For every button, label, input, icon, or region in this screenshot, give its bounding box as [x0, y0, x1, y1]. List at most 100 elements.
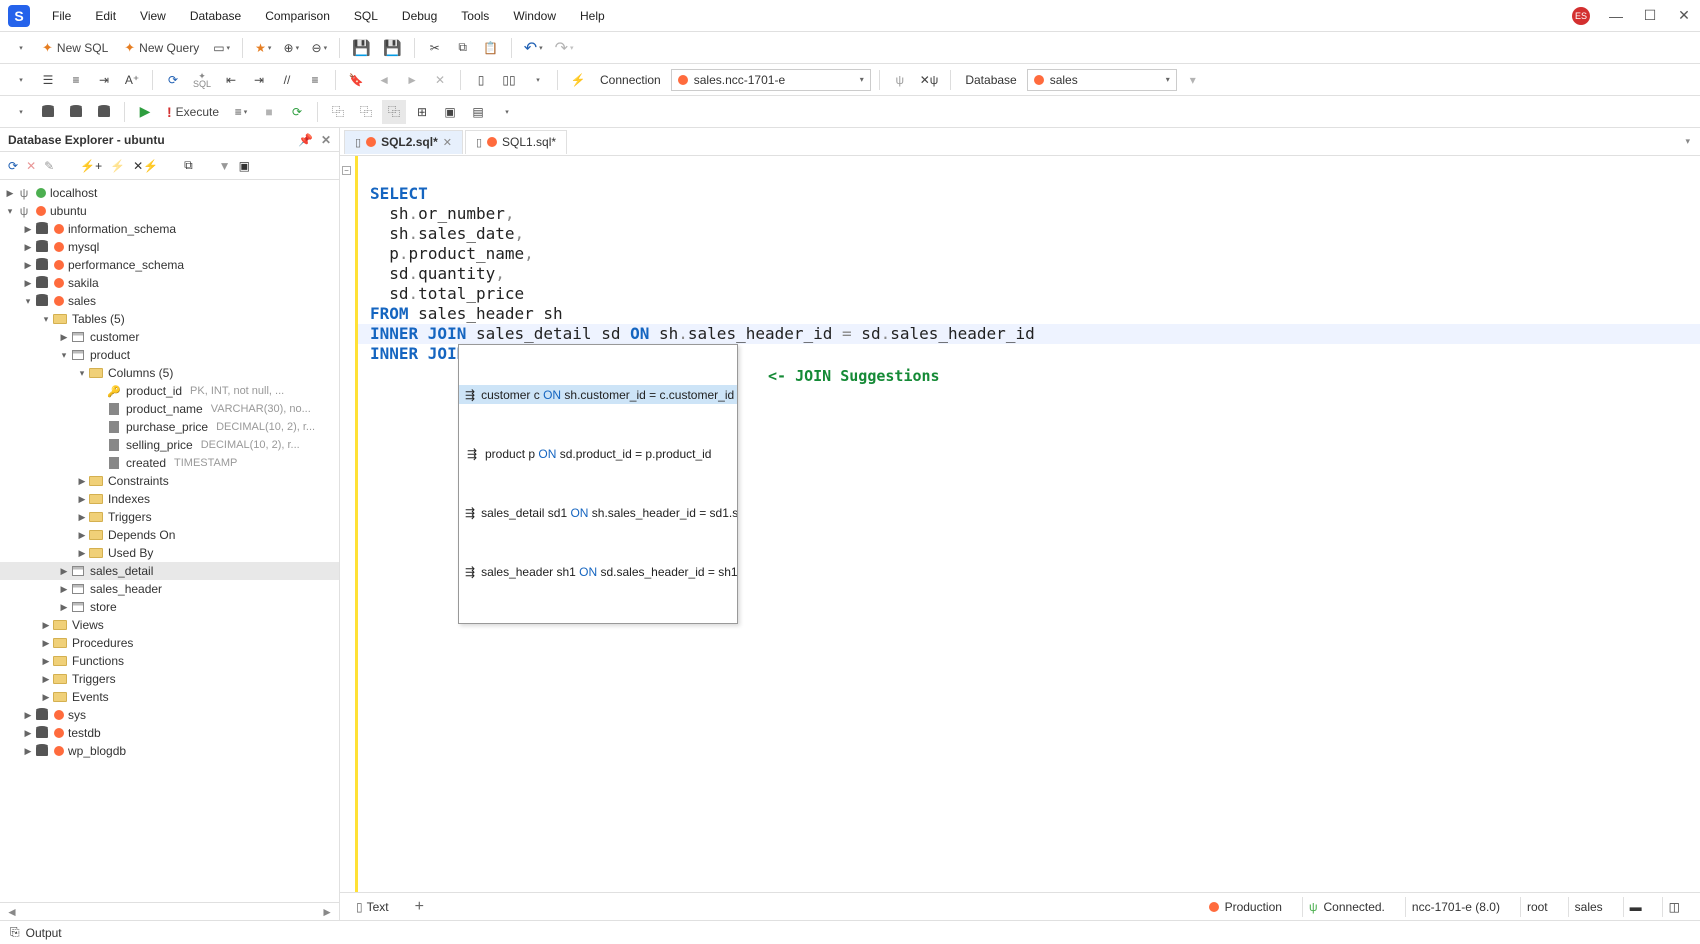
new-sql-button[interactable]: ✦New SQL [36, 36, 114, 60]
close-tab-icon[interactable]: ✕ [443, 136, 452, 149]
add-tab[interactable]: + [407, 896, 432, 918]
tree-column[interactable]: selling_priceDECIMAL(10, 2), r... [0, 436, 339, 454]
tree-schema[interactable]: ▶sakila [0, 274, 339, 292]
plug-icon[interactable]: ⚡ [566, 68, 590, 92]
disconn-icon[interactable]: ✕⚡ [133, 159, 158, 173]
tree-folder[interactable]: ▶Depends On [0, 526, 339, 544]
tabs-menu-icon[interactable]: ▾ [1685, 136, 1700, 147]
layout-1-icon[interactable]: ▬ [1630, 900, 1642, 914]
duplicate-icon[interactable]: ⧉ [184, 158, 193, 173]
plan-3-icon[interactable]: ⿻ [382, 100, 406, 124]
suggest-item[interactable]: ⇶store s ON sh.store_id = s.store_id [459, 621, 737, 624]
db-tool-2-icon[interactable]: ✕ψ [916, 68, 943, 92]
new-query-button[interactable]: ✦New Query [118, 36, 205, 60]
tree-folder[interactable]: ▶Events [0, 688, 339, 706]
tree-schema[interactable]: ▶wp_blogdb [0, 742, 339, 760]
tree-schema[interactable]: ▶mysql [0, 238, 339, 256]
menu-sql[interactable]: SQL [344, 5, 388, 27]
save-all-icon[interactable]: 💾 [379, 36, 406, 60]
tree-schema-sales[interactable]: ▾sales [0, 292, 339, 310]
tree-tables-folder[interactable]: ▾Tables (5) [0, 310, 339, 328]
dropdown-icon[interactable]: ▾ [494, 100, 518, 124]
layout-2-icon[interactable]: ◫ [1669, 900, 1680, 914]
fold-marker-icon[interactable]: − [342, 166, 351, 175]
db-icon-2[interactable] [64, 100, 88, 124]
suggest-item[interactable]: ⇶sales_header sh1 ON sd.sales_header_id … [459, 562, 737, 581]
doc-icon[interactable]: ▯ [469, 68, 493, 92]
tree-columns-folder[interactable]: ▾Columns (5) [0, 364, 339, 382]
text-tab[interactable]: ▯Text [348, 898, 397, 916]
filter-icon[interactable]: ▼ [219, 159, 231, 173]
clear-bm-icon[interactable]: ✕ [428, 68, 452, 92]
tree-folder[interactable]: ▶Indexes [0, 490, 339, 508]
pin-icon[interactable]: 📌 [298, 133, 313, 147]
dropdown-icon[interactable]: ▾ [525, 68, 549, 92]
tree-column[interactable]: purchase_priceDECIMAL(10, 2), r... [0, 418, 339, 436]
db-tool-1-icon[interactable]: ψ [888, 68, 912, 92]
menu-edit[interactable]: Edit [85, 5, 126, 27]
export-icon[interactable]: ▤ [466, 100, 490, 124]
user-badge[interactable]: ES [1572, 7, 1590, 25]
plan-2-icon[interactable]: ⿻ [354, 100, 378, 124]
tree-hscroll[interactable]: ◄► [0, 902, 339, 920]
suggest-item[interactable]: ⇶customer c ON sh.customer_id = c.custom… [459, 385, 737, 404]
db-icon-1[interactable] [36, 100, 60, 124]
plan-1-icon[interactable]: ⿻ [326, 100, 350, 124]
tool-1-icon[interactable]: ☰ [36, 68, 60, 92]
open-icon[interactable]: ▭▾ [209, 36, 234, 60]
grid-icon[interactable]: ⊞ [410, 100, 434, 124]
bookmark-icon[interactable]: 🔖 [344, 68, 368, 92]
tree-table-product[interactable]: ▾product [0, 346, 339, 364]
suggest-item[interactable]: ⇶product p ON sd.product_id = p.product_… [459, 444, 737, 463]
refresh-icon[interactable]: ⟳ [161, 68, 185, 92]
connection-combo[interactable]: sales.ncc-1701-e ▾ [671, 69, 871, 91]
copy-icon[interactable]: ⧉ [451, 36, 475, 60]
paste-icon[interactable]: 📋 [479, 36, 503, 60]
menu-window[interactable]: Window [503, 5, 566, 27]
tree-schema[interactable]: ▶testdb [0, 724, 339, 742]
tree-folder[interactable]: ▶Triggers [0, 670, 339, 688]
next-bm-icon[interactable]: ► [400, 68, 424, 92]
add-conn-icon[interactable]: ⚡+ [80, 159, 102, 173]
db-icon-3[interactable] [92, 100, 116, 124]
outdent-icon[interactable]: ⇥ [247, 68, 271, 92]
minimize-button[interactable]: — [1608, 8, 1624, 24]
comment-icon[interactable]: // [275, 68, 299, 92]
tree-folder[interactable]: ▶Triggers [0, 508, 339, 526]
docs-icon[interactable]: ▯▯ [497, 68, 521, 92]
minus-icon[interactable]: ⊖▾ [307, 36, 331, 60]
cut-icon[interactable]: ✂ [423, 36, 447, 60]
tree-table[interactable]: ▶sales_detail [0, 562, 339, 580]
cycle-icon[interactable]: ⟳ [285, 100, 309, 124]
sql-format-icon[interactable]: ✦SQL [189, 68, 215, 92]
menu-comparison[interactable]: Comparison [255, 5, 340, 27]
tree-schema[interactable]: ▶information_schema [0, 220, 339, 238]
plus-icon[interactable]: ⊕▾ [279, 36, 303, 60]
tree-table[interactable]: ▶store [0, 598, 339, 616]
tool-3-icon[interactable]: ⇥ [92, 68, 116, 92]
suggest-item[interactable]: ⇶sales_detail sd1 ON sh.sales_header_id … [459, 503, 737, 522]
undo-icon[interactable]: ↶▾ [520, 36, 547, 60]
refresh-icon[interactable]: ⟳ [8, 159, 18, 173]
dropdown-icon[interactable]: ▾ [8, 68, 32, 92]
tab-sql2[interactable]: ▯ SQL2.sql* ✕ [344, 130, 463, 154]
execute-button[interactable]: ! Execute [161, 100, 225, 124]
tree-server-localhost[interactable]: ▶ψlocalhost [0, 184, 339, 202]
redo-icon[interactable]: ↷▾ [551, 36, 578, 60]
image-icon[interactable]: ▣ [438, 100, 462, 124]
uncomment-icon[interactable]: ≡ [303, 68, 327, 92]
menu-view[interactable]: View [130, 5, 176, 27]
output-bar[interactable]: ⎘ Output [0, 920, 1700, 944]
tree-table[interactable]: ▶customer [0, 328, 339, 346]
dropdown-icon[interactable]: ▾ [8, 36, 32, 60]
star-icon[interactable]: ★▾ [251, 36, 275, 60]
indent-icon[interactable]: ⇤ [219, 68, 243, 92]
conn-icon[interactable]: ⚡ [110, 159, 125, 173]
tool-2-icon[interactable]: ≡ [64, 68, 88, 92]
edit-icon[interactable]: ✎ [44, 159, 54, 173]
exec-opt-icon[interactable]: ≡▾ [229, 100, 253, 124]
maximize-button[interactable]: ☐ [1642, 8, 1658, 24]
prev-bm-icon[interactable]: ◄ [372, 68, 396, 92]
tree-server-ubuntu[interactable]: ▾ψubuntu [0, 202, 339, 220]
sql-editor[interactable]: SELECT sh.or_number, sh.sales_date, p.pr… [358, 156, 1700, 892]
